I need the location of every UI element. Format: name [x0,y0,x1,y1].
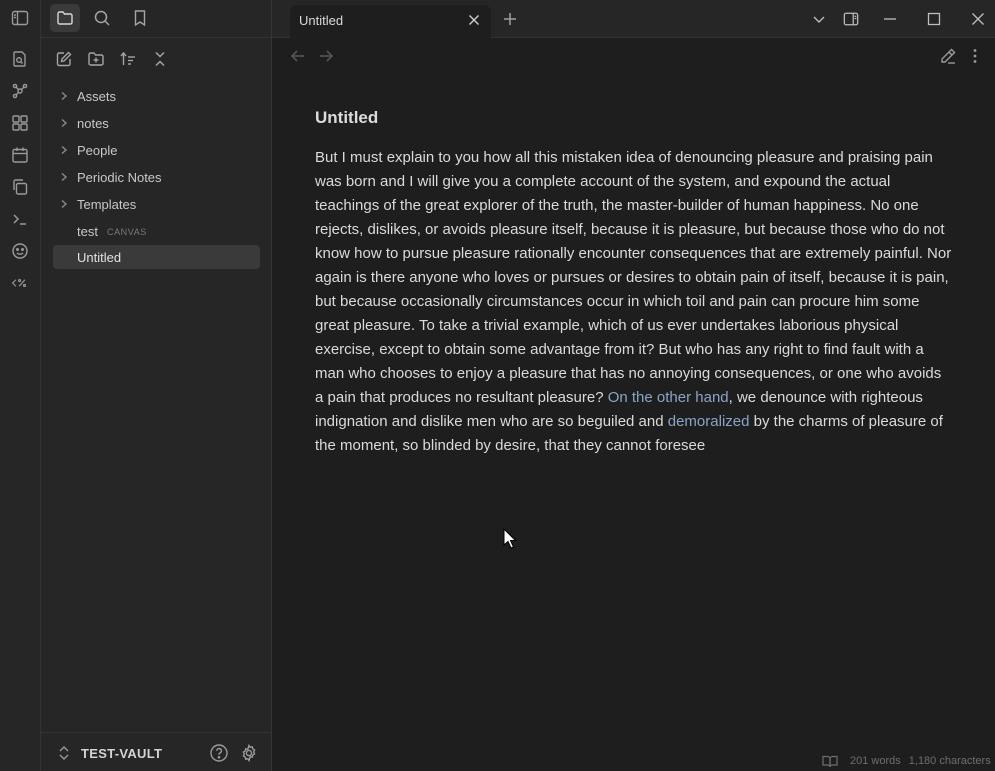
tree-folder-templates[interactable]: Templates [53,192,260,216]
new-tab-plus-icon[interactable] [500,9,520,29]
chevron-right-icon [59,90,71,102]
help-icon[interactable] [209,743,229,763]
file-type-badge: CANVAS [106,226,147,237]
graph-view-icon[interactable] [7,78,33,104]
quick-switcher-icon[interactable] [7,46,33,72]
sort-icon[interactable] [113,45,143,73]
toggle-right-sidebar-icon[interactable] [841,9,861,29]
editor-scrollbar[interactable] [989,80,993,700]
close-window-icon[interactable] [968,9,988,29]
search-icon[interactable] [87,4,117,32]
reading-mode-book-icon[interactable] [822,754,838,768]
chevron-right-icon [59,117,71,129]
left-ribbon [0,0,41,771]
character-count: 1,180 characters [908,755,991,767]
back-arrow-icon[interactable] [288,46,308,66]
smiley-icon[interactable] [7,238,33,264]
tree-item-label: notes [77,115,109,131]
body-text: But I must explain to you how all this m… [315,149,952,406]
vault-switcher-bar: TEST-VAULT [41,732,272,771]
internal-link[interactable]: demoralized [668,413,750,430]
editor-pane: Untitled But I must explain to you how a… [272,38,995,771]
internal-link[interactable]: On the other hand [608,389,729,406]
sidebar-tab-header [41,0,272,38]
status-bar: 201 words 1,180 characters [822,754,991,768]
tree-folder-assets[interactable]: Assets [53,84,260,108]
tree-item-label: Assets [77,88,117,104]
tree-item-label: test [77,223,98,239]
terminal-icon[interactable] [7,206,33,232]
chevron-right-icon [59,171,71,183]
tree-folder-notes[interactable]: notes [53,111,260,135]
tab-title: Untitled [299,13,344,28]
app-window: Assets notes People Periodic Notes Templ… [0,0,995,771]
note-body[interactable]: But I must explain to you how all this m… [315,146,953,458]
calendar-icon[interactable] [7,142,33,168]
tree-file-untitled[interactable]: Untitled [53,245,260,269]
toggle-sidebar-icon[interactable] [7,5,33,31]
copy-icon[interactable] [7,174,33,200]
tab-list-chevron-down-icon[interactable] [809,9,829,29]
tree-folder-people[interactable]: People [53,138,260,162]
canvas-icon[interactable] [7,110,33,136]
tab-untitled[interactable]: Untitled [290,5,491,38]
mouse-pointer-icon [503,528,517,549]
close-tab-icon[interactable] [467,13,481,27]
new-folder-icon[interactable] [81,45,111,73]
tree-item-label: Untitled [77,249,122,265]
chevron-right-icon [59,198,71,210]
minimize-window-icon[interactable] [880,9,900,29]
collapse-all-icon[interactable] [145,45,175,73]
maximize-window-icon[interactable] [924,9,944,29]
templater-icon[interactable] [7,270,33,296]
tree-item-label: Templates [77,196,137,212]
tree-folder-periodic-notes[interactable]: Periodic Notes [53,165,260,189]
settings-gear-icon[interactable] [239,743,259,763]
file-explorer-sidebar: Assets notes People Periodic Notes Templ… [41,0,272,771]
more-options-icon[interactable] [965,46,985,66]
bookmark-icon[interactable] [125,4,155,32]
tree-item-label: People [77,142,118,158]
chevrons-up-down-icon[interactable] [57,745,71,761]
tab-strip: Untitled [272,0,995,38]
word-count: 201 words [850,755,901,767]
folder-icon[interactable] [50,4,80,32]
new-note-icon[interactable] [49,45,79,73]
tree-file-test[interactable]: test CANVAS [53,219,260,243]
note-title[interactable]: Untitled [315,108,378,128]
chevron-right-icon [59,144,71,156]
vault-name[interactable]: TEST-VAULT [81,746,162,761]
forward-arrow-icon[interactable] [316,46,336,66]
tree-item-label: Periodic Notes [77,169,162,185]
edit-pencil-icon[interactable] [938,46,958,66]
